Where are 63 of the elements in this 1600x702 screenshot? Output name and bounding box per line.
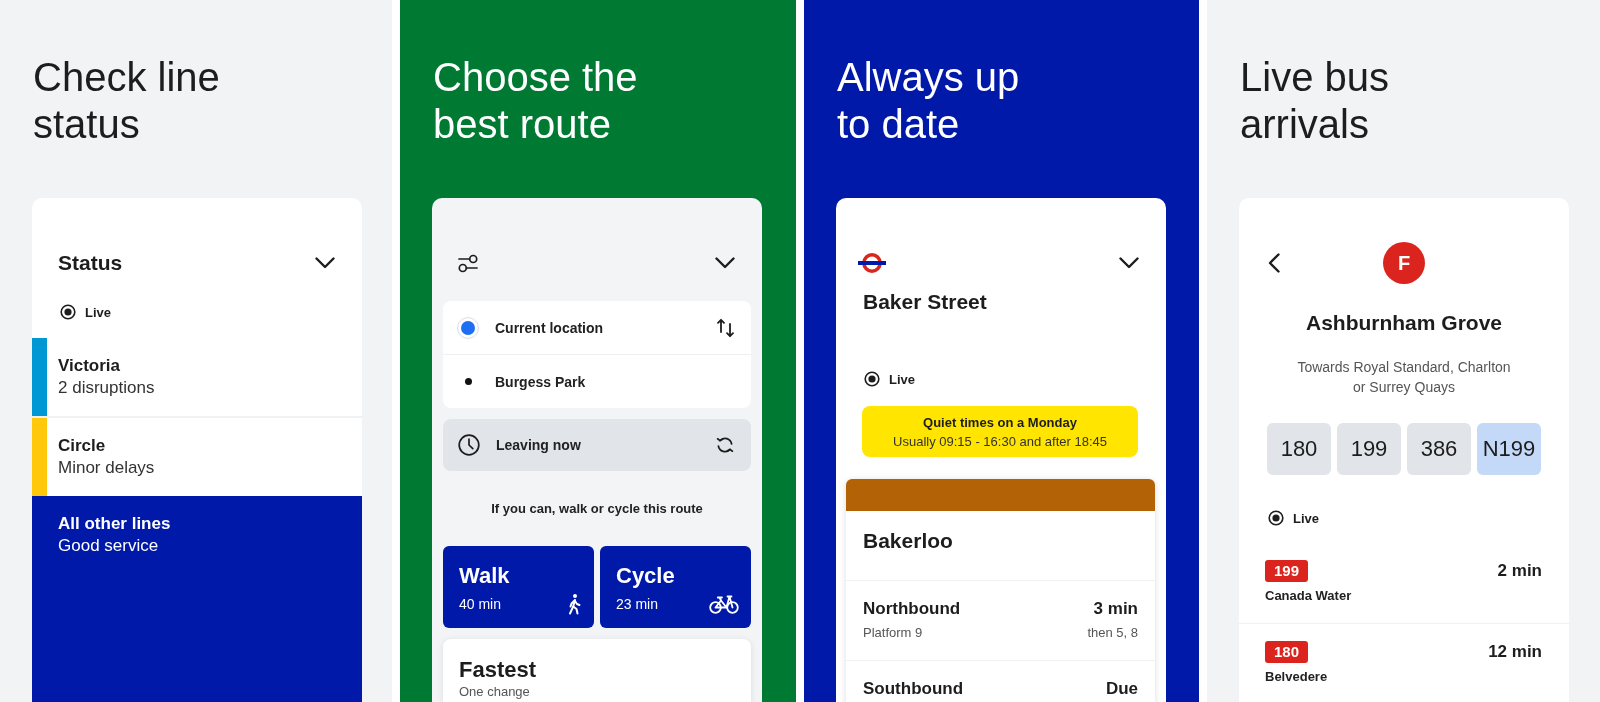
live-label: Live <box>85 304 111 320</box>
arrival-time: 2 min <box>1497 560 1542 582</box>
from-field[interactable]: Current location <box>495 319 700 336</box>
stop-letter-badge: F <box>1383 242 1425 284</box>
swap-arrows-icon[interactable] <box>716 317 735 338</box>
departure-time-button[interactable]: Leaving now <box>443 419 751 471</box>
departure-platform: Platform 9 <box>863 624 923 642</box>
line-status: Minor delays <box>58 457 155 479</box>
route-button[interactable]: 180 <box>1267 423 1331 475</box>
notice-title: Quiet times on a Monday <box>923 413 1077 432</box>
stop-name: Ashburnham Grove <box>1305 310 1502 336</box>
walking-person-icon <box>566 593 582 615</box>
cycle-option-button[interactable]: Cycle 23 min <box>600 546 751 628</box>
ring-dot-icon <box>864 371 880 387</box>
panel-heading: Choose the best route <box>433 54 639 148</box>
notice-text: Usually 09:15 - 16:30 and after 18:45 <box>893 432 1107 451</box>
route-button[interactable]: 386 <box>1407 423 1471 475</box>
location-dot-icon <box>457 316 479 339</box>
summary-row[interactable]: All other lines Good service <box>32 496 362 702</box>
chevron-down-icon[interactable] <box>1119 257 1139 269</box>
route-number-badge: 199 <box>1265 560 1308 582</box>
departure-time: Due <box>1105 678 1138 700</box>
line-status: 2 disruptions <box>58 377 155 399</box>
panel-heading: Check line status <box>33 54 221 148</box>
chevron-down-icon[interactable] <box>715 257 735 269</box>
live-label: Live <box>1293 510 1319 526</box>
to-field[interactable]: Burgess Park <box>495 373 735 390</box>
walk-option-button[interactable]: Walk 40 min <box>443 546 594 628</box>
line-status: Good service <box>58 535 160 557</box>
chevron-down-icon[interactable] <box>315 257 335 269</box>
line-name: Victoria <box>58 355 122 377</box>
bicycle-icon <box>709 594 739 614</box>
line-name: All other lines <box>58 513 171 535</box>
route-option-detail: One change <box>459 683 531 701</box>
departure-direction: Northbound <box>863 598 961 620</box>
route-hint: If you can, walk or cycle this route <box>491 500 703 518</box>
chevron-left-icon[interactable] <box>1268 253 1280 273</box>
card-title: Status <box>58 251 123 275</box>
live-label: Live <box>889 371 915 387</box>
line-name: Circle <box>58 435 107 457</box>
refresh-icon <box>715 435 735 455</box>
panel-heading: Live bus arrivals <box>1240 54 1390 148</box>
route-option-title: Fastest <box>459 657 538 683</box>
departure-time: 3 min <box>1093 598 1138 620</box>
route-button[interactable]: N199 <box>1477 423 1541 475</box>
arrival-time: 12 min <box>1488 641 1542 663</box>
route-option-card[interactable]: Fastest One change <box>443 639 751 702</box>
dot-icon <box>464 378 472 385</box>
departure-direction: Southbound <box>863 678 964 700</box>
route-button[interactable]: 199 <box>1337 423 1401 475</box>
station-name: Baker Street <box>863 289 988 315</box>
sliders-icon[interactable] <box>458 253 478 273</box>
clock-icon <box>458 434 480 456</box>
arrival-destination: Belvedere <box>1265 668 1328 686</box>
route-number-badge: 180 <box>1265 641 1308 663</box>
ring-dot-icon <box>1268 510 1284 526</box>
roundel-icon <box>858 252 886 274</box>
arrival-destination: Canada Water <box>1265 587 1352 605</box>
line-name: Bakerloo <box>846 511 1155 581</box>
stop-direction: Towards Royal Standard, Charlton or Surrey Quays <box>1296 358 1512 397</box>
ring-dot-icon <box>60 304 76 320</box>
next-departures: then 5, 8 <box>1087 624 1138 642</box>
panel-heading: Always up to date <box>837 54 1021 148</box>
